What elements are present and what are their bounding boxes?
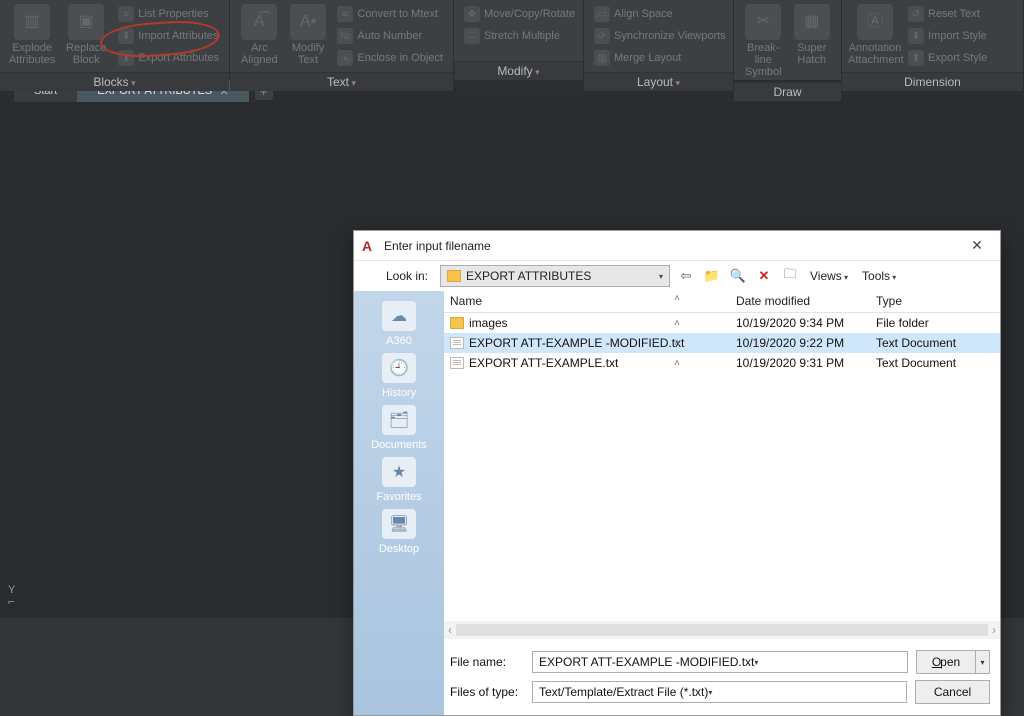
app-logo-icon: A <box>362 238 378 254</box>
merge-layout-button[interactable]: ▥Merge Layout <box>590 48 730 68</box>
breakline-button[interactable]: ✂Break-line Symbol <box>740 4 787 78</box>
place-documents[interactable]: 🗂Documents <box>371 405 427 451</box>
cancel-button[interactable]: Cancel <box>915 680 990 704</box>
super-hatch-button[interactable]: ▦Super Hatch <box>789 4 836 66</box>
stretch-multiple-button[interactable]: ↔Stretch Multiple <box>460 26 579 46</box>
panel-label-layout[interactable]: Layout <box>584 72 733 91</box>
up-folder-icon[interactable]: 📁 <box>702 266 722 286</box>
folder-icon <box>450 317 464 329</box>
explode-attributes-button[interactable]: ▥Explode Attributes <box>6 4 58 66</box>
filename-label: File name: <box>444 655 524 669</box>
col-type[interactable]: Type <box>870 291 1000 312</box>
modify-text-button[interactable]: A•Modify Text <box>285 4 332 66</box>
horizontal-scrollbar[interactable]: ‹› <box>444 621 1000 639</box>
panel-label-text[interactable]: Text <box>230 72 453 91</box>
col-name[interactable]: Name <box>444 291 730 312</box>
column-headers[interactable]: Name Date modified Type <box>444 291 1000 313</box>
place-desktop[interactable]: 🖥Desktop <box>379 509 419 555</box>
lookin-toolbar: Look in: EXPORT ATTRIBUTES ⇦ 📁 🔍 ✕ 🗀 Vie… <box>354 261 1000 291</box>
file-row[interactable]: images10/19/2020 9:34 PMFile folder <box>444 313 1000 333</box>
ribbon-panel-blocks: ▥Explode Attributes ▣Replace Block ≡List… <box>0 0 230 80</box>
export-attributes-button[interactable]: ⬆Export Attributes <box>114 48 223 68</box>
export-style-button[interactable]: ⬆Export Style <box>904 48 991 68</box>
dialog-titlebar[interactable]: A Enter input filename ✕ <box>354 231 1000 261</box>
ribbon-panel-modify: ✥Move/Copy/Rotate ↔Stretch Multiple Modi… <box>454 0 584 80</box>
places-bar: ☁A360 🕘History 🗂Documents ★Favorites 🖥De… <box>354 291 444 715</box>
ribbon-panel-draw: ✂Break-line Symbol ▦Super Hatch Draw <box>734 0 842 80</box>
enclose-object-button[interactable]: ⒶEnclose in Object <box>333 48 447 68</box>
lookin-combo[interactable]: EXPORT ATTRIBUTES <box>440 265 670 287</box>
ribbon-panel-text: A͡Arc Aligned A•Modify Text ≋Convert to … <box>230 0 454 80</box>
sync-viewports-button[interactable]: ⟳Synchronize Viewports <box>590 26 730 46</box>
file-icon <box>450 337 464 349</box>
file-rows: images10/19/2020 9:34 PMFile folderEXPOR… <box>444 313 1000 621</box>
search-web-icon[interactable]: 🔍 <box>728 266 748 286</box>
panel-label-modify[interactable]: Modify <box>454 61 583 80</box>
convert-mtext-button[interactable]: ≋Convert to Mtext <box>333 4 447 24</box>
dialog-title: Enter input filename <box>384 239 962 253</box>
replace-block-button[interactable]: ▣Replace Block <box>60 4 112 66</box>
filename-form: File name: EXPORT ATT-EXAMPLE -MODIFIED.… <box>444 639 1000 715</box>
delete-icon[interactable]: ✕ <box>754 266 774 286</box>
file-icon <box>450 357 464 369</box>
lookin-label: Look in: <box>362 269 434 283</box>
place-history[interactable]: 🕘History <box>382 353 416 399</box>
col-date[interactable]: Date modified <box>730 291 870 312</box>
folder-icon <box>447 270 461 282</box>
file-row[interactable]: EXPORT ATT-EXAMPLE.txt10/19/2020 9:31 PM… <box>444 353 1000 373</box>
import-style-button[interactable]: ⬇Import Style <box>904 26 991 46</box>
filename-input[interactable]: EXPORT ATT-EXAMPLE -MODIFIED.txt <box>532 651 908 673</box>
ribbon: ▥Explode Attributes ▣Replace Block ≡List… <box>0 0 1024 80</box>
panel-label-dimension: Dimension <box>842 72 1023 91</box>
place-favorites[interactable]: ★Favorites <box>376 457 421 503</box>
file-row[interactable]: EXPORT ATT-EXAMPLE -MODIFIED.txt10/19/20… <box>444 333 1000 353</box>
place-a360[interactable]: ☁A360 <box>382 301 416 347</box>
ribbon-panel-layout: ▭Align Space ⟳Synchronize Viewports ▥Mer… <box>584 0 734 80</box>
panel-label-blocks[interactable]: Blocks <box>0 72 229 91</box>
back-icon[interactable]: ⇦ <box>676 266 696 286</box>
filetype-select[interactable]: Text/Template/Extract File (*.txt) <box>532 681 907 703</box>
close-icon[interactable]: ✕ <box>962 237 992 254</box>
drawing-area[interactable]: Y⌐ A Enter input filename ✕ Look in: EXP… <box>0 102 1024 618</box>
open-split-button[interactable]: ▾ <box>976 650 990 674</box>
arc-aligned-button[interactable]: A͡Arc Aligned <box>236 4 283 66</box>
list-properties-button[interactable]: ≡List Properties <box>114 4 223 24</box>
new-folder-icon[interactable]: 🗀 <box>780 266 800 286</box>
reset-text-button[interactable]: ↺Reset Text <box>904 4 991 24</box>
auto-number-button[interactable]: №Auto Number <box>333 26 447 46</box>
filetype-label: Files of type: <box>444 685 524 699</box>
views-menu[interactable]: Views <box>806 269 852 283</box>
tools-menu[interactable]: Tools <box>858 269 900 283</box>
panel-label-draw: Draw <box>734 82 841 101</box>
file-dialog: A Enter input filename ✕ Look in: EXPORT… <box>353 230 1001 716</box>
ucs-icon: Y⌐ <box>8 584 15 608</box>
file-list-pane: Name Date modified Type images10/19/2020… <box>444 291 1000 715</box>
align-space-button[interactable]: ▭Align Space <box>590 4 730 24</box>
ribbon-panel-dimension: ⒶAnnotation Attachment ↺Reset Text ⬇Impo… <box>842 0 1024 80</box>
move-copy-rotate-button[interactable]: ✥Move/Copy/Rotate <box>460 4 579 24</box>
open-button[interactable]: Open <box>916 650 976 674</box>
import-attributes-button[interactable]: ⬇Import Attributes <box>114 26 223 46</box>
annotation-attachment-button[interactable]: ⒶAnnotation Attachment <box>848 4 902 66</box>
